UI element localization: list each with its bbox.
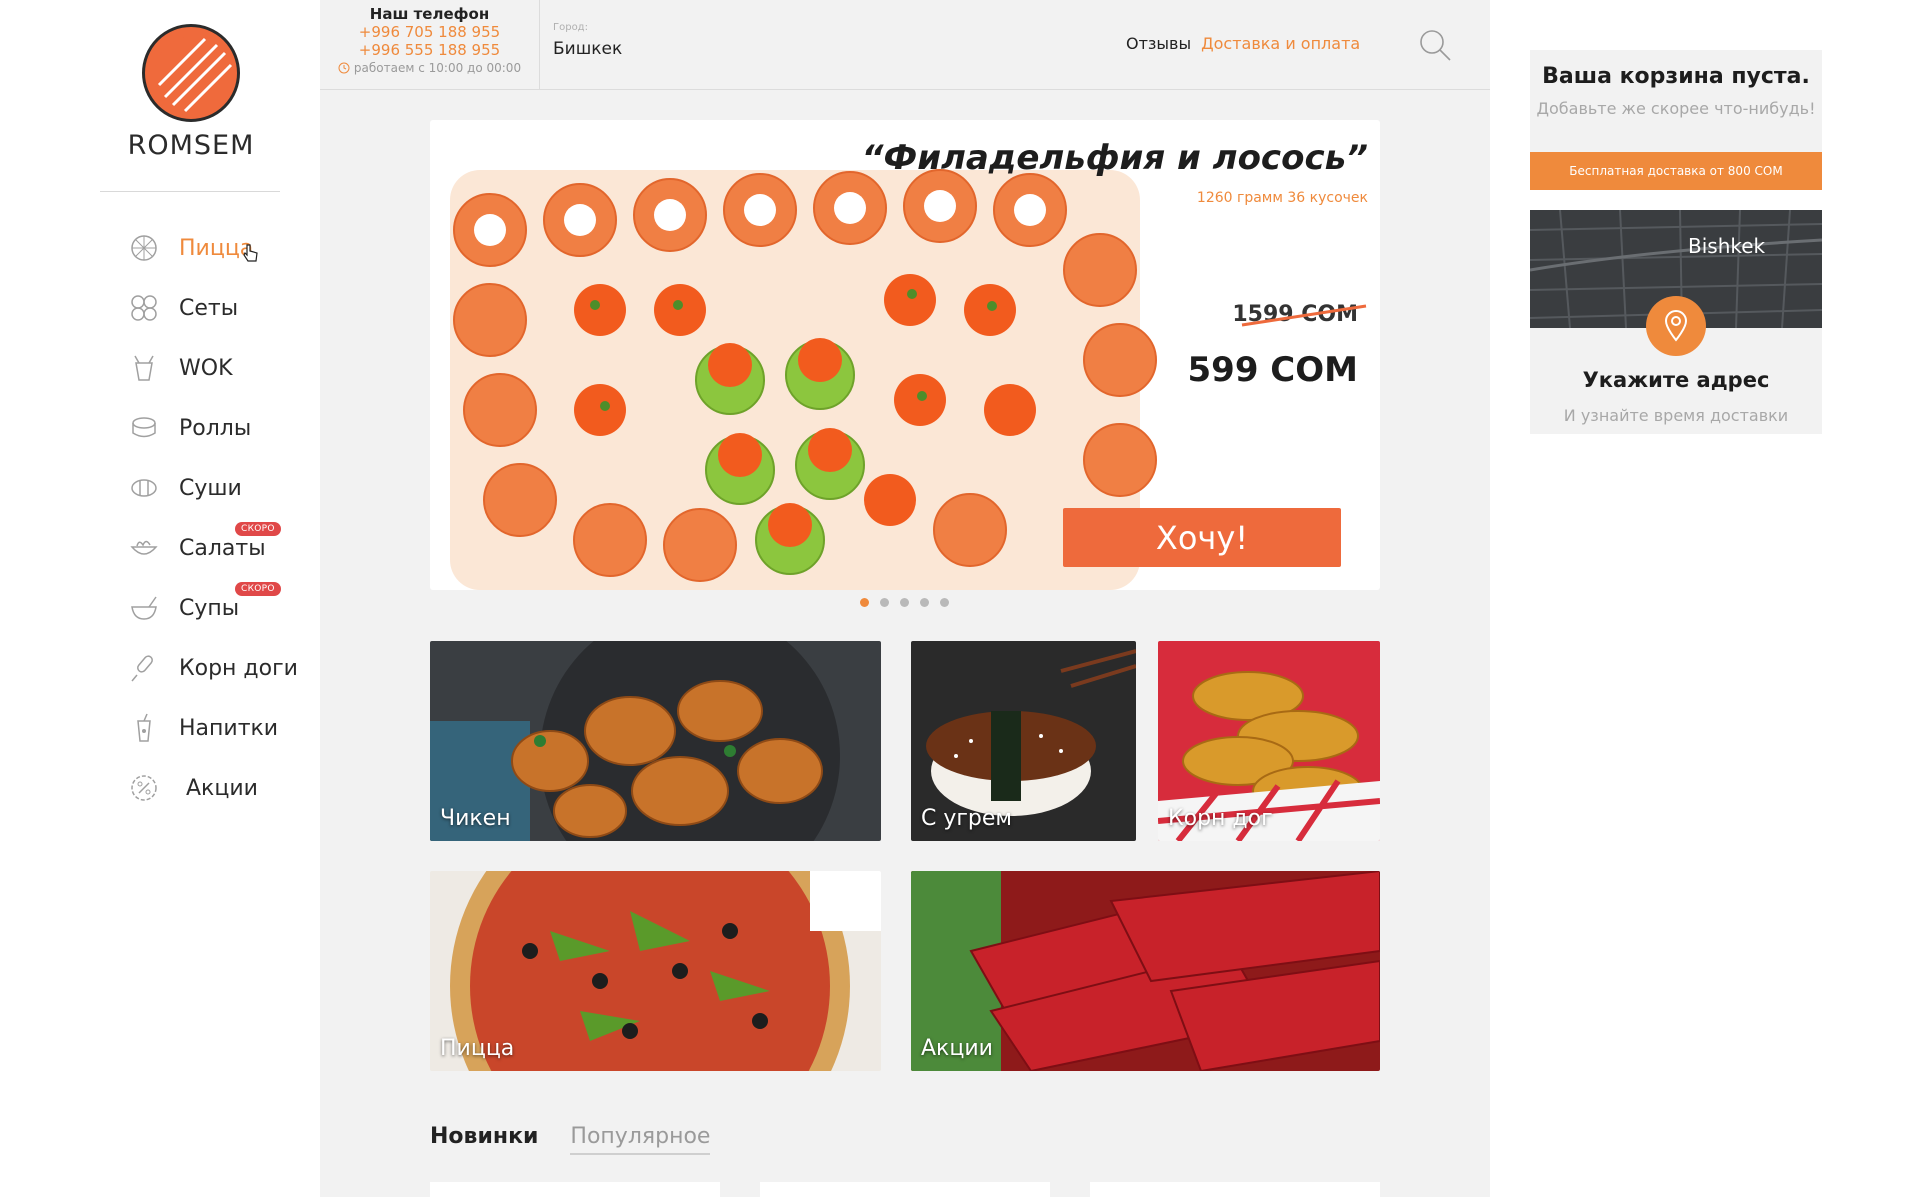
product-tabs: Новинки Популярное: [430, 1124, 711, 1155]
sidebar-item-label: WOK: [179, 355, 233, 381]
slider-dot[interactable]: [940, 598, 949, 607]
sidebar-item-sushi[interactable]: Суши: [124, 458, 298, 518]
map-box: Bishkek Укажите адрес И узнайте время до…: [1530, 210, 1822, 434]
nav-reviews-link[interactable]: Отзывы: [1126, 34, 1191, 53]
phone-box: Наш телефон +996 705 188 955 +996 555 18…: [320, 0, 540, 90]
location-pin-icon[interactable]: [1646, 296, 1706, 356]
hero-order-button[interactable]: Хочу!: [1063, 508, 1341, 567]
pizza-icon: [124, 228, 164, 268]
sidebar-item-soups[interactable]: Супы СКОРО: [124, 578, 298, 638]
logo-mark-icon: [142, 24, 240, 122]
phone-number-2[interactable]: +996 555 188 955: [320, 41, 539, 59]
hero-title: “Филадельфия и лосось”: [861, 138, 1368, 178]
right-panel: Ваша корзина пуста. Добавьте же скорее ч…: [1490, 0, 1920, 1197]
tile-pizza[interactable]: Пицца: [430, 871, 881, 1071]
city-selector[interactable]: Город: Бишкек: [553, 22, 622, 59]
sidebar-divider: [100, 191, 280, 192]
slider-dot[interactable]: [880, 598, 889, 607]
sidebar-item-label: Сеты: [179, 295, 239, 321]
drink-icon: [124, 708, 164, 748]
sidebar-item-label: Роллы: [179, 415, 252, 441]
phone-title: Наш телефон: [369, 5, 490, 23]
hand-cursor-icon: [243, 244, 258, 262]
sidebar-item-salads[interactable]: Салаты СКОРО: [124, 518, 298, 578]
sidebar: ROMSEM Пицца Сеты WOK Роллы Суши Салаты …: [0, 0, 320, 1197]
sidebar-item-promos[interactable]: Акции: [124, 758, 298, 818]
soon-badge: СКОРО: [235, 582, 281, 596]
working-hours-text: работаем с 10:00 до 00:00: [353, 61, 522, 75]
corndog-icon: [124, 648, 164, 688]
hero-new-price: 599 СОМ: [1187, 350, 1359, 390]
sushi-icon: [124, 468, 164, 508]
tile-label: Акции: [921, 1036, 993, 1061]
salad-icon: [124, 528, 164, 568]
sidebar-item-corndogs[interactable]: Корн доги: [124, 638, 298, 698]
sidebar-item-wok[interactable]: WOK: [124, 338, 298, 398]
product-cards-row: [430, 1182, 1380, 1197]
free-delivery-banner: Бесплатная доставка от 800 СОМ: [1530, 152, 1822, 190]
slider-dots: [860, 598, 949, 607]
nav-delivery-link[interactable]: Доставка и оплата: [1201, 34, 1360, 53]
map-title[interactable]: Укажите адрес: [1530, 368, 1822, 392]
tile-label: Чикен: [440, 806, 511, 831]
cart-title: Ваша корзина пуста.: [1542, 64, 1810, 89]
soup-icon: [124, 588, 164, 628]
price-strike-line: [1241, 304, 1367, 327]
city-label: Город:: [553, 22, 588, 33]
sidebar-item-label: Акции: [186, 775, 258, 801]
soon-badge: СКОРО: [235, 522, 281, 536]
tile-label: Корн дог: [1168, 806, 1273, 831]
logo[interactable]: ROMSEM: [100, 24, 282, 161]
tab-popular[interactable]: Популярное: [570, 1124, 711, 1155]
tile-promo[interactable]: Акции: [911, 871, 1380, 1071]
working-hours: работаем с 10:00 до 00:00: [320, 61, 539, 75]
main-content: Наш телефон +996 705 188 955 +996 555 18…: [320, 0, 1490, 1197]
phone-number-1[interactable]: +996 705 188 955: [320, 23, 539, 41]
product-card[interactable]: [760, 1182, 1050, 1197]
sidebar-item-label: Супы: [179, 595, 240, 621]
sidebar-item-pizza[interactable]: Пицца: [124, 218, 298, 278]
search-icon[interactable]: [1418, 28, 1452, 62]
sidebar-item-sets[interactable]: Сеты: [124, 278, 298, 338]
sidebar-item-drinks[interactable]: Напитки: [124, 698, 298, 758]
discount-icon: [124, 768, 164, 808]
slider-dot[interactable]: [920, 598, 929, 607]
rolls-icon: [124, 408, 164, 448]
product-card[interactable]: [1090, 1182, 1380, 1197]
header-nav: Отзывы Доставка и оплата: [1126, 34, 1360, 53]
tab-new[interactable]: Новинки: [430, 1124, 538, 1155]
product-card[interactable]: [430, 1182, 720, 1197]
hero-subtitle: 1260 грамм 36 кусочек: [1196, 190, 1368, 206]
tile-eel[interactable]: С угрем: [911, 641, 1136, 841]
wok-icon: [124, 348, 164, 388]
tile-corndog[interactable]: Корн дог: [1158, 641, 1380, 841]
city-value: Бишкек: [553, 39, 623, 59]
hero-banner: “Филадельфия и лосось” 1260 грамм 36 кус…: [430, 120, 1380, 590]
tile-chicken[interactable]: Чикен: [430, 641, 881, 841]
logo-text: ROMSEM: [127, 130, 255, 161]
sidebar-item-label: Корн доги: [179, 655, 298, 681]
cart-subtitle: Добавьте же скорее что-нибудь!: [1536, 99, 1816, 118]
category-menu: Пицца Сеты WOK Роллы Суши Салаты СКОРО С…: [124, 218, 298, 818]
top-header: Наш телефон +996 705 188 955 +996 555 18…: [320, 0, 1490, 90]
map-subtitle: И узнайте время доставки: [1563, 406, 1789, 425]
sidebar-item-label: Салаты: [179, 535, 266, 561]
slider-dot[interactable]: [900, 598, 909, 607]
sidebar-item-label: Напитки: [179, 715, 279, 741]
map-city-label: Bishkek: [1688, 234, 1766, 258]
sidebar-item-rolls[interactable]: Роллы: [124, 398, 298, 458]
page: ROMSEM Пицца Сеты WOK Роллы Суши Салаты …: [0, 0, 1920, 1197]
clock-icon: [338, 62, 350, 74]
tile-label: Пицца: [440, 1036, 515, 1061]
tile-label: С угрем: [921, 806, 1013, 831]
slider-dot[interactable]: [860, 598, 869, 607]
sets-icon: [124, 288, 164, 328]
sidebar-item-label: Суши: [179, 475, 242, 501]
cart-box: Ваша корзина пуста. Добавьте же скорее ч…: [1530, 50, 1822, 190]
